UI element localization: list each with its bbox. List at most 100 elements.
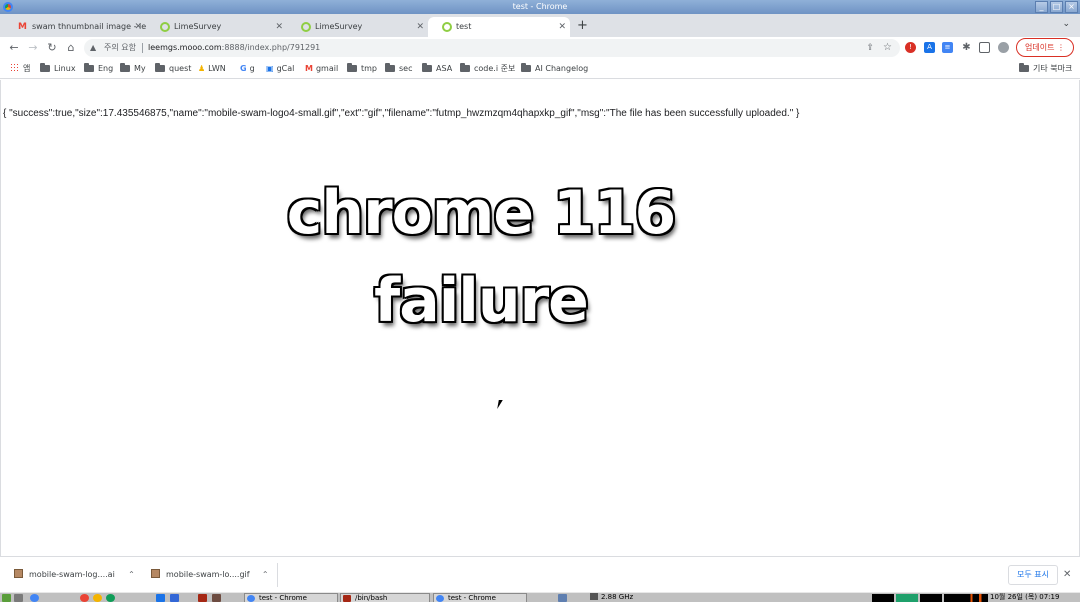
download-filename: mobile-swam-log....ai [29, 570, 115, 579]
memory-monitor [896, 594, 918, 602]
show-all-button[interactable]: 모두 표시 [1008, 565, 1058, 585]
taskbar-task-terminal[interactable]: /bin/bash [340, 593, 430, 602]
folder-icon [84, 63, 94, 72]
minimize-button[interactable]: _ [1035, 1, 1048, 13]
share-icon[interactable]: ⇪ [866, 39, 874, 57]
warning-icon[interactable]: ▲ [90, 39, 96, 57]
bookmark-quest[interactable]: quest [155, 59, 191, 79]
clock[interactable]: 10월 26일 (목) 07:19 [990, 593, 1059, 602]
swap-monitor [920, 594, 942, 602]
folder-icon [120, 63, 130, 72]
close-icon[interactable]: ✕ [275, 17, 283, 37]
app-launcher-icon[interactable] [80, 594, 89, 602]
window-title: test - Chrome [512, 2, 568, 11]
bookmark-gcal[interactable]: ▣ gCal [266, 59, 294, 79]
taskbar-task-chrome-2[interactable]: test - Chrome [433, 593, 527, 602]
browser-toolbar: ← → ↻ ⌂ ▲ 주의 요함 leemgs.mooo.com:8888/ind… [0, 37, 1080, 59]
taskbar-task-chrome[interactable]: test - Chrome [244, 593, 338, 602]
bookmark-sec[interactable]: sec [385, 59, 413, 79]
home-icon[interactable]: ⌂ [63, 40, 79, 56]
extension-blue-icon[interactable]: ≡ [942, 42, 953, 53]
bookmark-my[interactable]: My [120, 59, 146, 79]
app-launcher-icon[interactable] [156, 594, 165, 602]
limesurvey-icon [301, 22, 311, 32]
reload-icon[interactable]: ↻ [44, 40, 60, 56]
tab-title: test [456, 22, 472, 31]
back-icon[interactable]: ← [6, 40, 22, 56]
bookmark-lwn[interactable]: ♟ LWN [198, 59, 226, 79]
tab-limesurvey-1[interactable]: LimeSurvey ✕ [146, 17, 287, 37]
extension-translate-icon[interactable]: A [924, 42, 935, 53]
tab-gmail[interactable]: M swam thnumbnail image - lee ✕ [4, 17, 146, 37]
chevron-down-icon[interactable]: ⌄ [1062, 19, 1070, 29]
address-bar[interactable]: ▲ 주의 요함 leemgs.mooo.com:8888/index.php/7… [84, 39, 900, 57]
bookmark-code[interactable]: code.i 준보 [460, 59, 515, 79]
network-monitor [944, 594, 966, 602]
os-taskbar: test - Chrome /bin/bash test - Chrome 2.… [0, 592, 1080, 602]
security-warning-label[interactable]: 주의 요함 [104, 39, 136, 57]
app-launcher-icon[interactable] [93, 594, 102, 602]
app-launcher-icon[interactable] [106, 594, 115, 602]
lwn-icon: ♟ [198, 64, 206, 73]
close-icon[interactable]: ✕ [416, 17, 424, 37]
bookmark-asa[interactable]: ASA [422, 59, 452, 79]
app-launcher-icon[interactable] [198, 594, 207, 602]
bookmark-ai-changelog[interactable]: AI Changelog [521, 59, 588, 79]
bookmark-label: gCal [276, 64, 295, 73]
url-path: :8888/index.php/791291 [221, 43, 321, 52]
network-icon[interactable] [558, 594, 567, 602]
chevron-up-icon[interactable]: ⌃ [262, 565, 269, 585]
bookmark-label: 기타 북마크 [1033, 64, 1073, 73]
close-icon[interactable]: ✕ [134, 17, 142, 37]
maximize-button[interactable]: □ [1050, 1, 1063, 13]
gmail-icon: M [18, 22, 27, 32]
url-text[interactable]: leemgs.mooo.com:8888/index.php/791291 [148, 39, 320, 57]
bookmark-apps[interactable]: 앱 [10, 59, 30, 79]
gmail-icon: M [305, 64, 313, 73]
extension-red-icon[interactable]: ! [905, 42, 916, 53]
file-icon [151, 569, 160, 578]
calendar-icon: ▣ [266, 64, 274, 73]
tab-test[interactable]: test ✕ [428, 17, 570, 37]
bookmark-label: AI Changelog [535, 64, 589, 73]
chrome-app-icon [3, 2, 13, 12]
close-icon[interactable]: ✕ [558, 17, 566, 37]
bookmark-label: Eng [98, 64, 114, 73]
bookmark-linux[interactable]: Linux [40, 59, 76, 79]
bookmark-eng[interactable]: Eng [84, 59, 113, 79]
download-item[interactable]: mobile-swam-log....ai ⌃ [14, 565, 135, 585]
app-launcher-icon[interactable] [212, 594, 221, 602]
folder-icon [40, 63, 50, 72]
bookmark-g[interactable]: Gg [240, 59, 255, 79]
tab-limesurvey-2[interactable]: LimeSurvey ✕ [287, 17, 428, 37]
bookmark-tmp[interactable]: tmp [347, 59, 377, 79]
update-button[interactable]: 업데이트 ⋮ [1016, 38, 1074, 57]
terminal-icon [343, 595, 351, 602]
task-label: test - Chrome [259, 594, 307, 602]
window-close-button[interactable]: × [1065, 1, 1078, 13]
folder-icon [460, 63, 470, 72]
update-label: 업데이트 [1025, 43, 1055, 52]
folder-icon [347, 63, 357, 72]
bookmark-star-icon[interactable]: ☆ [883, 39, 892, 57]
task-label: test - Chrome [448, 594, 496, 602]
start-menu-icon[interactable] [2, 594, 11, 602]
download-item[interactable]: mobile-swam-lo....gif ⌃ [151, 565, 269, 585]
bookmark-other[interactable]: 기타 북마크 [1019, 59, 1072, 79]
forward-icon[interactable]: → [25, 40, 41, 56]
chrome-launcher-icon[interactable] [30, 594, 39, 602]
bookmark-label: gmail [315, 64, 339, 73]
download-divider [277, 563, 278, 587]
avatar[interactable] [998, 42, 1009, 53]
app-launcher-icon[interactable] [170, 594, 179, 602]
side-panel-icon[interactable] [979, 42, 990, 53]
bookmark-label: My [134, 64, 146, 73]
close-icon[interactable]: ✕ [1063, 565, 1071, 585]
chevron-up-icon[interactable]: ⌃ [128, 565, 135, 585]
launcher-icon[interactable] [14, 594, 23, 602]
new-tab-button[interactable]: + [577, 17, 588, 35]
bookmark-gmail[interactable]: Mgmail [305, 59, 338, 79]
puzzle-icon[interactable]: ✱ [961, 42, 972, 53]
mouse-pointer-icon [497, 400, 507, 409]
cpu-icon [590, 593, 598, 600]
